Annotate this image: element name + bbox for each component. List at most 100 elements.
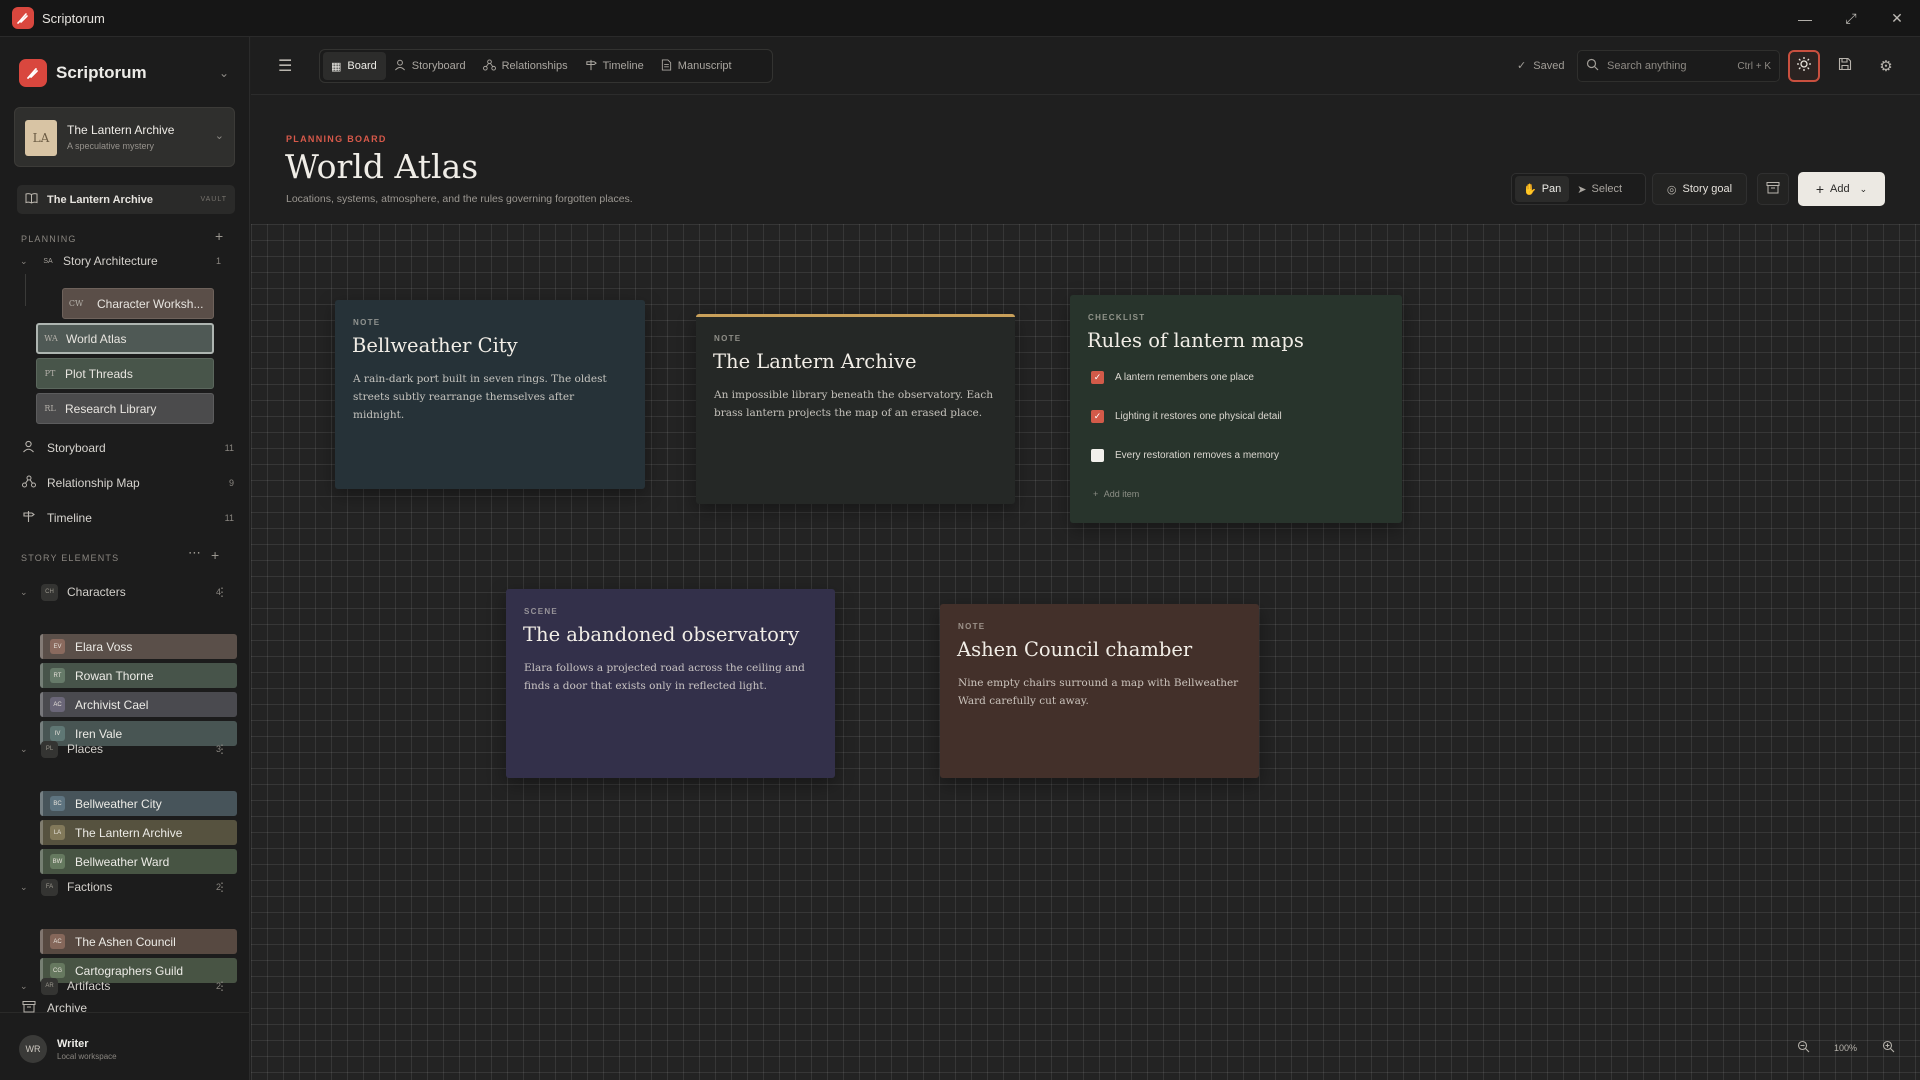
element-bellweather-city[interactable]: BC Bellweather City xyxy=(40,791,237,816)
doc-abbr: CW xyxy=(68,299,84,308)
doc-character-workshop[interactable]: CW Character Worksh... xyxy=(62,288,214,319)
close-window-button[interactable]: ✕ xyxy=(1874,0,1920,37)
element-avatar: AC xyxy=(50,697,65,712)
canvas-mode-toggle: ✋ Pan ➤ Select xyxy=(1511,173,1646,205)
group-artifacts[interactable]: ⌄ AR Artifacts 2 ⋮ xyxy=(20,975,235,997)
window-titlebar: Scriptorum — ⤢ ✕ xyxy=(0,0,1920,37)
card-type: NOTE xyxy=(714,334,742,343)
kebab-menu-icon[interactable]: ⋮ xyxy=(216,585,228,599)
card-type: NOTE xyxy=(353,318,381,327)
kebab-menu-icon[interactable]: ⋮ xyxy=(216,742,228,756)
kebab-menu-icon[interactable]: ⋮ xyxy=(216,979,228,993)
vault-link[interactable]: The Lantern Archive VAULT xyxy=(17,185,235,214)
tab-manuscript[interactable]: Manuscript xyxy=(653,52,741,80)
zoom-out-icon[interactable] xyxy=(1790,1040,1816,1056)
nav-storyboard[interactable]: Storyboard 11 xyxy=(22,437,234,459)
checkbox-checked-icon[interactable]: ✓ xyxy=(1091,410,1104,423)
add-item-button[interactable]: + Add item xyxy=(1093,489,1139,499)
checklist-item[interactable]: ✓ Lighting it restores one physical deta… xyxy=(1091,410,1282,423)
signpost-icon xyxy=(585,59,597,74)
minimize-button[interactable]: — xyxy=(1782,0,1828,37)
group-factions[interactable]: ⌄ FA Factions 2 ⋮ xyxy=(20,876,235,898)
element-elara-voss[interactable]: EV Elara Voss xyxy=(40,634,237,659)
doc-label: World Atlas xyxy=(66,331,127,346)
add-planning-button[interactable]: + xyxy=(215,228,223,244)
card-rules-of-lantern-maps[interactable]: CHECKLIST Rules of lantern maps ✓ A lant… xyxy=(1070,295,1402,523)
zoom-in-icon[interactable] xyxy=(1875,1040,1901,1056)
settings-button[interactable]: ⚙ xyxy=(1870,50,1902,82)
chevron-down-icon: ⌄ xyxy=(20,980,28,991)
book-icon xyxy=(25,192,39,207)
user-profile[interactable]: WR Writer Local workspace xyxy=(19,1035,117,1063)
card-title: Ashen Council chamber xyxy=(957,638,1193,661)
folder-count: 1 xyxy=(215,256,221,266)
search-input[interactable]: Search anything Ctrl + K xyxy=(1577,50,1780,82)
doc-plot-threads[interactable]: PT Plot Threads xyxy=(36,358,214,389)
tab-timeline[interactable]: Timeline xyxy=(577,52,653,80)
card-the-abandoned-observatory[interactable]: SCENE The abandoned observatory Elara fo… xyxy=(506,589,835,778)
group-label: Factions xyxy=(67,880,113,894)
nav-relationship-map[interactable]: Relationship Map 9 xyxy=(22,472,234,494)
search-icon xyxy=(1586,58,1599,74)
group-places[interactable]: ⌄ PL Places 3 ⋮ xyxy=(20,738,235,760)
chevron-down-icon: ⌄ xyxy=(20,586,28,597)
checklist-item[interactable]: ✓ A lantern remembers one place xyxy=(1091,371,1254,384)
maximize-button[interactable]: ⤢ xyxy=(1828,0,1874,37)
nav-timeline[interactable]: Timeline 11 xyxy=(22,507,234,529)
tab-relationships[interactable]: Relationships xyxy=(475,52,577,80)
project-switcher[interactable]: LA The Lantern Archive A speculative mys… xyxy=(14,107,235,167)
card-type: SCENE xyxy=(524,607,559,616)
save-button[interactable] xyxy=(1829,50,1861,82)
element-the-ashen-council[interactable]: AC The Ashen Council xyxy=(40,929,237,954)
board-canvas[interactable]: NOTE Bellweather City A rain-dark port b… xyxy=(251,224,1920,1080)
brand-switcher[interactable]: Scriptorum ⌄ xyxy=(19,58,229,88)
card-type: CHECKLIST xyxy=(1088,313,1146,322)
checklist-label: Lighting it restores one physical detail xyxy=(1115,411,1282,422)
doc-abbr: RL xyxy=(44,404,56,413)
more-icon[interactable]: ⋯ xyxy=(188,545,201,561)
archive-label: Archive xyxy=(47,1001,88,1015)
tab-board[interactable]: ▦ Board xyxy=(323,52,386,80)
project-tagline: A speculative mystery xyxy=(67,141,155,151)
theme-toggle-button[interactable] xyxy=(1788,50,1820,82)
element-archivist-cael[interactable]: AC Archivist Cael xyxy=(40,692,237,717)
card-ashen-council-chamber[interactable]: NOTE Ashen Council chamber Nine empty ch… xyxy=(940,604,1259,778)
element-the-lantern-archive[interactable]: LA The Lantern Archive xyxy=(40,820,237,845)
pan-mode-button[interactable]: ✋ Pan xyxy=(1515,176,1570,202)
doc-research-library[interactable]: RL Research Library xyxy=(36,393,214,424)
card-body: Nine empty chairs surround a map with Be… xyxy=(958,677,1239,707)
add-button[interactable]: + Add ⌄ xyxy=(1798,172,1885,206)
kebab-menu-icon[interactable]: ⋮ xyxy=(216,880,228,894)
tab-label: Storyboard xyxy=(411,60,466,72)
archive-link[interactable]: Archive xyxy=(22,1000,87,1016)
element-bellweather-ward[interactable]: BW Bellweather Ward xyxy=(40,849,237,874)
board-icon: ▦ xyxy=(331,60,342,73)
card-the-lantern-archive[interactable]: NOTE The Lantern Archive An impossible l… xyxy=(696,314,1015,504)
checklist-item[interactable]: Every restoration removes a memory xyxy=(1091,449,1279,462)
add-element-button[interactable]: + xyxy=(211,547,219,563)
checkbox-checked-icon[interactable]: ✓ xyxy=(1091,371,1104,384)
story-elements-header: STORY ELEMENTS xyxy=(21,553,120,563)
story-goal-button[interactable]: ◎ Story goal xyxy=(1652,173,1747,205)
element-rowan-thorne[interactable]: RT Rowan Thorne xyxy=(40,663,237,688)
doc-world-atlas[interactable]: WA World Atlas xyxy=(36,323,214,354)
person-icon xyxy=(394,59,406,74)
network-icon xyxy=(22,475,40,491)
select-mode-button[interactable]: ➤ Select xyxy=(1569,176,1630,202)
folder-story-architecture[interactable]: ⌄ SA Story Architecture 1 xyxy=(20,250,235,272)
tab-storyboard[interactable]: Storyboard xyxy=(386,52,475,80)
checkbox-unchecked-icon[interactable] xyxy=(1091,449,1104,462)
tab-label: Relationships xyxy=(501,60,568,72)
element-label: Archivist Cael xyxy=(75,697,149,712)
archive-board-button[interactable] xyxy=(1757,173,1789,205)
card-bellweather-city[interactable]: NOTE Bellweather City A rain-dark port b… xyxy=(335,300,645,489)
group-characters[interactable]: ⌄ CH Characters 4 ⋮ xyxy=(20,581,235,603)
card-type: NOTE xyxy=(958,622,986,631)
vault-tag: VAULT xyxy=(200,196,227,203)
signpost-icon xyxy=(22,510,40,526)
menu-icon[interactable]: ☰ xyxy=(278,56,292,76)
group-label: Places xyxy=(67,742,104,756)
chevron-down-icon: ⌄ xyxy=(214,130,224,142)
search-shortcut: Ctrl + K xyxy=(1737,60,1771,72)
nav-count: 11 xyxy=(224,513,234,523)
